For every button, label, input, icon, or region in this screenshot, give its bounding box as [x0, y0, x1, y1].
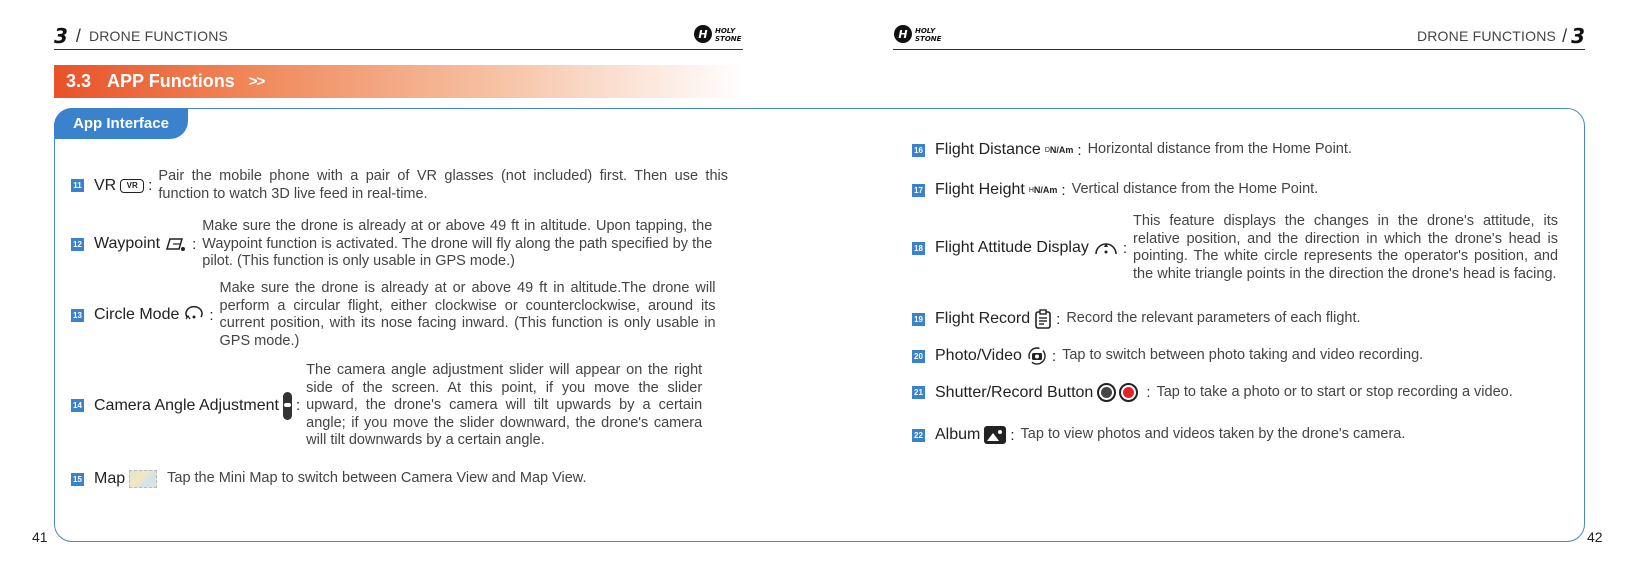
header-slash: / — [75, 26, 81, 46]
item-description: Vertical distance from the Home Point. — [1071, 181, 1319, 198]
item-number-badge: 12 — [71, 237, 84, 251]
item-number-badge: 20 — [912, 349, 925, 363]
label-colon: : — [1146, 384, 1151, 401]
item-label: VR — [94, 176, 117, 194]
header-slash: / — [1562, 26, 1568, 46]
label-colon: : — [1061, 181, 1066, 199]
list-item-map: 15 Map Tap the Mini Map to switch betwee… — [71, 470, 728, 488]
item-description: Make sure the drone is already at or abo… — [202, 218, 713, 270]
item-label: Photo/Video — [935, 347, 1022, 364]
svg-text:STONE: STONE — [715, 35, 742, 43]
svg-text:HOLY: HOLY — [715, 27, 736, 35]
page-header-right: H HOLY STONE DRONE FUNCTIONS / 3 — [893, 24, 1585, 50]
item-label: Album — [935, 426, 981, 443]
shutter-icon — [1097, 383, 1117, 402]
chevron-right-icon: >> — [248, 73, 266, 90]
item-number-badge: 17 — [912, 183, 925, 197]
holy-stone-logo: H HOLY STONE — [694, 25, 742, 43]
page-number-left: 41 — [32, 529, 48, 545]
item-description: Make sure the drone is already at or abo… — [219, 280, 716, 349]
list-item-album: 22 Album : Tap to view photos and videos… — [912, 426, 1405, 444]
chapter-title: DRONE FUNCTIONS — [1416, 28, 1557, 44]
label-colon: : — [1056, 310, 1061, 328]
vr-glasses-icon: VR — [120, 178, 145, 193]
app-interface-tab: App Interface — [54, 108, 188, 139]
list-item-photo-video: 20 Photo/Video : Tap to switch between p… — [912, 346, 1423, 366]
item-label: Map — [94, 470, 126, 487]
label-colon: : — [1051, 347, 1057, 365]
item-label: Circle Mode — [94, 306, 180, 324]
flight-distance-icon: D N/Am — [1044, 144, 1074, 155]
vr-icon-text: VR — [120, 178, 145, 193]
item-label: Flight Height — [935, 181, 1025, 198]
item-number-badge: 11 — [71, 179, 84, 193]
item-description: Tap to switch between photo taking and v… — [1062, 347, 1424, 364]
item-description: Tap to view photos and videos taken by t… — [1020, 426, 1406, 443]
item-description: Record the relevant parameters of each f… — [1066, 310, 1361, 327]
svg-text:H: H — [898, 28, 907, 41]
shutter-record-icon — [1097, 383, 1139, 402]
item-label: Flight Record — [935, 310, 1031, 327]
item-label: Waypoint — [94, 235, 161, 253]
item-number-badge: 19 — [912, 312, 925, 326]
waypoint-icon — [164, 235, 188, 253]
list-item-vr: 11 VR VR : Pair the mobile phone with a … — [71, 168, 728, 203]
label-colon: : — [148, 177, 153, 195]
item-number-badge: 13 — [71, 308, 84, 322]
item-description: Tap the Mini Map to switch between Camer… — [167, 470, 587, 487]
list-item-waypoint: 12 Waypoint : Make sure the drone is alr… — [71, 218, 728, 271]
item-description: The camera angle adjustment slider will … — [306, 362, 703, 449]
page-header-left: 3 / DRONE FUNCTIONS H HOLY STONE — [54, 24, 743, 50]
chapter-title: DRONE FUNCTIONS — [88, 28, 229, 44]
label-colon: : — [192, 235, 197, 253]
item-description: This feature displays the changes in the… — [1133, 213, 1559, 282]
chapter-number: 3 — [54, 24, 68, 48]
list-item-circle-mode: 13 Circle Mode : Make sure the drone is … — [71, 280, 728, 350]
label-colon: : — [1077, 141, 1082, 159]
item-label: Camera Angle Adjustment — [94, 396, 279, 414]
label-colon: : — [296, 397, 301, 415]
label-colon: : — [1010, 426, 1015, 444]
item-description: Pair the mobile phone with a pair of VR … — [158, 168, 728, 202]
item-number-badge: 21 — [912, 386, 925, 399]
label-colon: : — [1122, 239, 1128, 257]
list-item-flight-distance: 16 Flight Distance D N/Am : Horizontal di… — [912, 141, 1352, 159]
item-label: Flight Distance — [935, 141, 1041, 158]
mini-map-icon — [129, 470, 158, 488]
flight-record-icon — [1034, 309, 1052, 329]
list-item-flight-height: 17 Flight Height H N/Am : Vertical distan… — [912, 181, 1318, 199]
section-heading: 3.3 APP Functions >> — [54, 65, 743, 98]
item-number-badge: 15 — [71, 472, 84, 486]
attitude-display-icon — [1093, 239, 1119, 257]
item-number-badge: 16 — [912, 143, 925, 157]
chapter-number: 3 — [1571, 24, 1585, 48]
list-item-flight-attitude: 18 Flight Attitude Display : This featur… — [912, 213, 1566, 283]
list-item-camera-angle: 14 Camera Angle Adjustment : The camera … — [71, 362, 728, 450]
list-item-flight-record: 19 Flight Record : Record the relevant p… — [912, 309, 1361, 329]
photo-video-switch-icon — [1026, 346, 1048, 366]
page-number-right: 42 — [1587, 529, 1603, 545]
item-description: Horizontal distance from the Home Point. — [1087, 141, 1352, 158]
album-icon — [984, 426, 1007, 444]
camera-angle-slider-icon — [283, 391, 292, 420]
svg-text:H: H — [698, 28, 707, 41]
item-description: Tap to take a photo or to start or stop … — [1156, 383, 1513, 400]
section-title: APP Functions — [107, 71, 235, 91]
record-icon — [1119, 383, 1139, 402]
svg-text:HOLY: HOLY — [915, 27, 936, 35]
circle-mode-icon — [183, 305, 205, 325]
flight-height-icon: H N/Am — [1028, 184, 1058, 195]
label-colon: : — [209, 306, 214, 324]
item-number-badge: 14 — [71, 399, 84, 413]
item-label: Flight Attitude Display — [935, 239, 1089, 257]
list-item-shutter-record: 21 Shutter/Record Button : Tap to take a… — [912, 383, 1513, 402]
item-number-badge: 18 — [912, 241, 925, 255]
item-label: Shutter/Record Button — [935, 383, 1094, 401]
holy-stone-logo: H HOLY STONE — [894, 25, 942, 43]
svg-text:STONE: STONE — [915, 35, 942, 43]
section-number: 3.3 — [66, 71, 92, 91]
item-number-badge: 22 — [912, 428, 925, 442]
